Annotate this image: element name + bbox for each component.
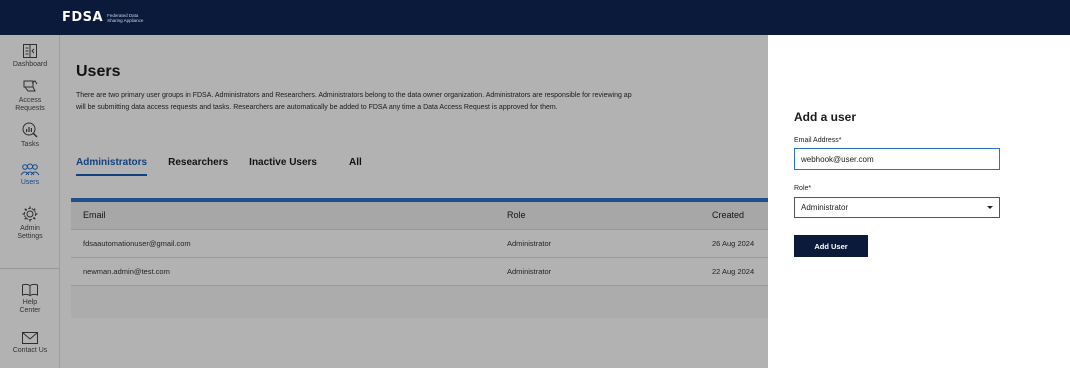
chevron-down-icon — [987, 206, 993, 209]
logo-subtitle: Federated Data Sharing Appliance — [107, 13, 147, 23]
email-field[interactable] — [794, 148, 1000, 170]
role-select-value: Administrator — [801, 203, 849, 212]
modal-backdrop[interactable] — [0, 35, 768, 368]
add-user-drawer: Add a user Email Address* Role* Administ… — [768, 35, 1070, 368]
role-select[interactable]: Administrator — [794, 197, 1000, 218]
add-user-button[interactable]: Add User — [794, 235, 868, 257]
app-logo[interactable]: FDSA — [62, 10, 103, 25]
logo-subtitle-line2: Sharing Appliance — [107, 17, 144, 23]
top-bar: FDSA Federated Data Sharing Appliance — [0, 0, 1070, 35]
drawer-title: Add a user — [794, 110, 857, 124]
role-label: Role* — [794, 185, 812, 192]
email-label: Email Address* — [794, 137, 842, 144]
